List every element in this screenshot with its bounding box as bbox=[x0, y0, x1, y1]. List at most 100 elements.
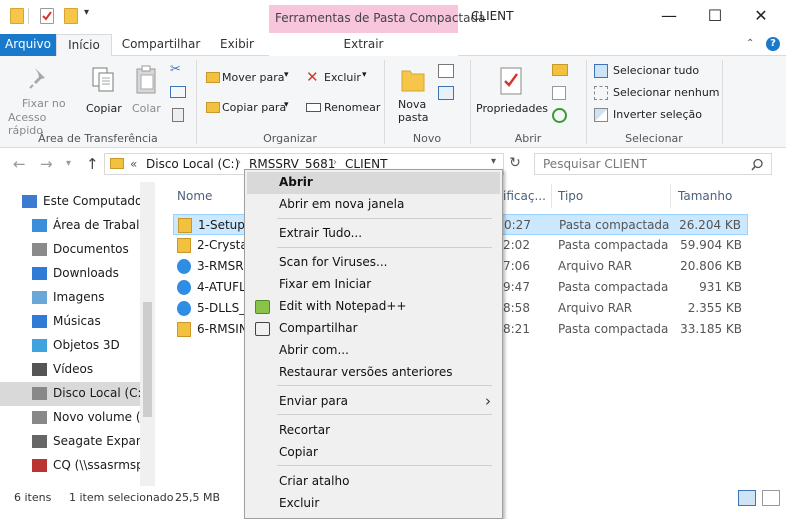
new-folder-button[interactable]: Nova pasta bbox=[392, 60, 432, 128]
tab-file[interactable]: Arquivo bbox=[0, 34, 56, 56]
forward-icon[interactable]: → bbox=[40, 155, 53, 173]
properties-quick-icon[interactable] bbox=[40, 8, 54, 24]
menu-item[interactable]: Abrir com... bbox=[247, 340, 500, 362]
folder-icon bbox=[10, 8, 24, 24]
tab-home[interactable]: Início bbox=[56, 34, 112, 57]
drive-icon bbox=[32, 387, 47, 400]
select-none-button[interactable]: Selecionar nenhum bbox=[592, 84, 722, 102]
menu-item[interactable]: Scan for Viruses... bbox=[247, 252, 500, 274]
column-header-size[interactable]: Tamanho bbox=[678, 189, 732, 203]
new-item-icon[interactable] bbox=[438, 64, 454, 78]
select-all-button[interactable]: Selecionar tudo bbox=[592, 62, 722, 80]
open-icon[interactable] bbox=[552, 64, 568, 76]
move-to-button[interactable]: Mover para ▾ bbox=[204, 68, 296, 88]
paste-shortcut-icon[interactable] bbox=[172, 108, 184, 122]
recent-locations-icon[interactable]: ▾ bbox=[66, 158, 71, 169]
zip-folder-icon bbox=[177, 322, 191, 337]
move-to-label: Mover para bbox=[222, 71, 285, 84]
delete-label: Excluir bbox=[324, 71, 361, 84]
column-divider bbox=[551, 184, 552, 208]
search-input[interactable]: Pesquisar CLIENT bbox=[534, 153, 772, 175]
chevron-right-icon: › bbox=[333, 157, 337, 168]
new-folder-quick-icon[interactable] bbox=[64, 8, 78, 24]
back-icon[interactable]: ← bbox=[13, 155, 26, 173]
menu-item[interactable]: Compartilhar bbox=[247, 318, 500, 340]
menu-item[interactable]: Criar atalho bbox=[247, 471, 500, 493]
file-name[interactable]: 2-Crystal bbox=[197, 238, 251, 252]
customize-quick-access-icon[interactable]: ▾ bbox=[84, 7, 89, 18]
tab-extract[interactable]: Extrair bbox=[269, 34, 458, 56]
invert-selection-button[interactable]: Inverter seleção bbox=[592, 106, 722, 124]
breadcrumb-overflow[interactable]: « bbox=[130, 157, 137, 171]
rename-button[interactable]: Renomear bbox=[304, 98, 380, 118]
menu-item[interactable]: Edit with Notepad++ bbox=[247, 296, 500, 318]
share-icon bbox=[255, 322, 270, 336]
menu-item[interactable]: Abrir em nova janela bbox=[247, 194, 500, 216]
paste-button[interactable]: Colar bbox=[128, 60, 164, 126]
details-view-icon[interactable] bbox=[738, 490, 756, 506]
column-header-type[interactable]: Tipo bbox=[558, 189, 583, 203]
column-header-modified[interactable]: ificaç... bbox=[503, 189, 546, 203]
menu-item[interactable]: Copiar bbox=[247, 442, 500, 464]
file-name[interactable]: 1-Setup_ bbox=[198, 218, 251, 232]
nav-item[interactable]: CQ (\\ssasrmsp0 bbox=[0, 454, 151, 478]
nav-scrollbar[interactable] bbox=[140, 182, 155, 486]
rar-archive-icon bbox=[177, 301, 191, 316]
nav-item[interactable]: Documentos bbox=[0, 238, 140, 262]
menu-item[interactable]: Fixar em Iniciar bbox=[247, 274, 500, 296]
properties-label: Propriedades bbox=[476, 102, 548, 115]
pin-quick-access-button[interactable]: Fixar no Acesso rápido bbox=[8, 60, 66, 137]
easy-access-icon[interactable] bbox=[438, 86, 454, 100]
maximize-button[interactable]: ☐ bbox=[692, 0, 738, 32]
address-dropdown-icon[interactable]: ▾ bbox=[491, 156, 496, 167]
breadcrumb-drive[interactable]: Disco Local (C:) bbox=[146, 157, 239, 171]
file-name[interactable]: 6-RMSIN bbox=[197, 322, 248, 336]
nav-item[interactable]: Imagens bbox=[0, 286, 140, 310]
file-size: 931 KB bbox=[699, 280, 742, 294]
nav-item[interactable]: Seagate Expansio bbox=[0, 430, 155, 454]
menu-item[interactable]: Recortar bbox=[247, 420, 500, 442]
nav-item[interactable]: Objetos 3D bbox=[0, 334, 140, 358]
large-icons-view-icon[interactable] bbox=[762, 490, 780, 506]
file-name[interactable]: 4-ATUFL bbox=[197, 280, 246, 294]
minimize-button[interactable]: — bbox=[646, 0, 692, 32]
nav-item[interactable]: Este Computador bbox=[0, 190, 147, 214]
menu-item-label: Compartilhar bbox=[279, 321, 358, 335]
nav-item[interactable]: Novo volume (D bbox=[0, 406, 150, 430]
copy-to-button[interactable]: Copiar para ▾ bbox=[204, 98, 296, 118]
nav-item[interactable]: Disco Local (C:) bbox=[0, 382, 146, 406]
help-icon[interactable]: ? bbox=[766, 37, 780, 51]
edit-icon[interactable] bbox=[552, 86, 566, 100]
chevron-right-icon: › bbox=[485, 392, 491, 410]
menu-item[interactable]: Abrir bbox=[247, 172, 500, 194]
scrollbar-thumb[interactable] bbox=[143, 302, 152, 417]
menu-item[interactable]: Enviar para › bbox=[247, 391, 500, 413]
cut-icon[interactable]: ✂ bbox=[170, 62, 186, 77]
history-icon[interactable] bbox=[552, 108, 567, 123]
nav-item[interactable]: Músicas bbox=[0, 310, 140, 334]
tab-share[interactable]: Compartilhar bbox=[114, 34, 208, 56]
copy-button[interactable]: Copiar bbox=[84, 60, 124, 126]
refresh-icon[interactable]: ↻ bbox=[506, 155, 524, 173]
up-icon[interactable]: ↑ bbox=[86, 155, 99, 173]
menu-item[interactable]: Extrair Tudo... bbox=[247, 223, 500, 245]
computer-icon bbox=[22, 195, 37, 208]
column-header-name[interactable]: Nome bbox=[177, 189, 212, 203]
menu-item[interactable]: Restaurar versões anteriores bbox=[247, 362, 500, 384]
nav-item[interactable]: Vídeos bbox=[0, 358, 140, 382]
delete-button[interactable]: ✕ Excluir ▾ bbox=[304, 68, 374, 88]
menu-item[interactable]: Excluir bbox=[247, 493, 500, 515]
properties-button[interactable]: Propriedades bbox=[474, 60, 548, 128]
menu-separator bbox=[277, 218, 492, 219]
nav-item[interactable]: Downloads bbox=[0, 262, 140, 286]
nav-item[interactable]: Área de Trabalho bbox=[0, 214, 154, 238]
tab-view[interactable]: Exibir bbox=[208, 34, 266, 56]
copy-icon bbox=[92, 67, 114, 92]
copy-path-icon[interactable] bbox=[170, 86, 186, 98]
collapse-ribbon-icon[interactable]: ⌃ bbox=[746, 38, 754, 49]
delete-icon: ✕ bbox=[306, 68, 319, 86]
close-button[interactable]: ✕ bbox=[738, 0, 784, 32]
ribbon: Fixar no Acesso rápido Copiar Colar ✂ Ár… bbox=[0, 56, 786, 148]
paste-label: Colar bbox=[132, 102, 161, 115]
zip-folder-icon bbox=[178, 218, 192, 233]
